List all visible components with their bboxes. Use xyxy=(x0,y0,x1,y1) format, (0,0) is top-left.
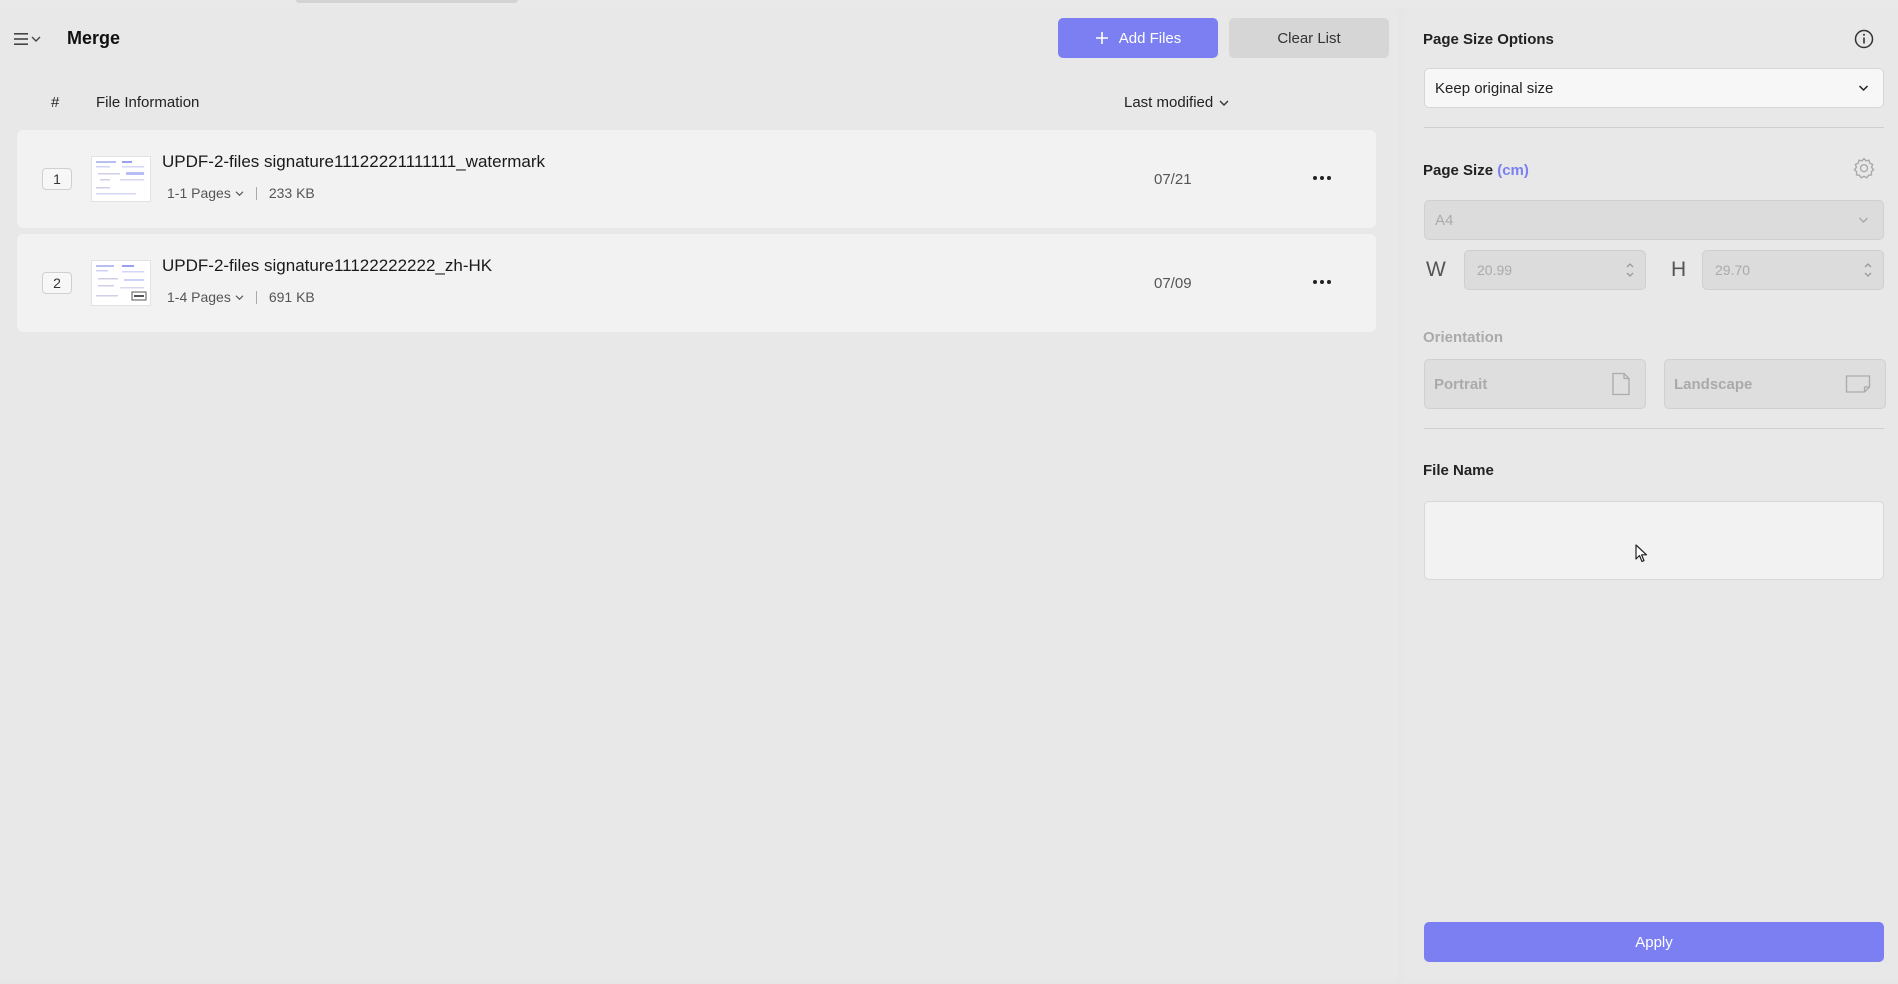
height-label: H xyxy=(1671,258,1687,281)
file-name: UPDF-2-files signature11122222222_zh-HK xyxy=(162,256,493,275)
menu-icon xyxy=(14,33,28,45)
paper-size-select[interactable]: A4 xyxy=(1424,200,1884,240)
landscape-label: Landscape xyxy=(1674,375,1753,393)
clear-list-button[interactable]: Clear List xyxy=(1229,18,1389,58)
add-files-button[interactable]: Add Files xyxy=(1058,18,1218,58)
file-row[interactable]: 2 UPDF-2-files signature11122222222_zh-H… xyxy=(17,234,1376,332)
tab-indicator xyxy=(296,0,518,3)
clear-list-label: Clear List xyxy=(1277,29,1341,47)
file-size: 233 KB xyxy=(268,185,315,201)
width-input[interactable]: 20.99 xyxy=(1464,250,1646,290)
file-thumbnail xyxy=(91,260,151,306)
height-input[interactable]: 29.70 xyxy=(1702,250,1884,290)
more-dots-icon xyxy=(1313,280,1317,284)
portrait-option[interactable]: Portrait xyxy=(1424,359,1646,409)
spinner-arrows-icon[interactable] xyxy=(1625,260,1635,280)
height-value: 29.70 xyxy=(1715,262,1751,278)
chevron-down-icon xyxy=(1858,217,1869,224)
page-range-dropdown[interactable]: 1-4 Pages xyxy=(167,289,244,305)
more-options-button[interactable] xyxy=(1309,168,1335,188)
paper-size-value: A4 xyxy=(1435,211,1454,229)
file-name: UPDF-2-files signature11122221111111_wat… xyxy=(162,152,546,171)
page-range: 1-4 Pages xyxy=(167,289,231,305)
page-size-options-value: Keep original size xyxy=(1435,79,1554,97)
page-size-options-label: Page Size Options xyxy=(1423,31,1554,48)
divider xyxy=(1424,127,1884,128)
landscape-page-icon xyxy=(1845,375,1871,393)
portrait-page-icon xyxy=(1612,372,1630,396)
gear-icon[interactable] xyxy=(1852,156,1876,180)
chevron-down-icon xyxy=(235,190,244,196)
page-range-dropdown[interactable]: 1-1 Pages xyxy=(167,185,244,201)
page-size-label-text: Page Size xyxy=(1423,162,1494,179)
divider xyxy=(255,290,257,304)
chevron-down-icon xyxy=(31,36,41,42)
sort-last-modified[interactable]: Last modified xyxy=(1124,94,1229,111)
file-row[interactable]: 1 UPDF-2-files signature11122221111111_w… xyxy=(17,130,1376,228)
apply-button[interactable]: Apply xyxy=(1424,922,1884,962)
file-meta: 1-1 Pages 233 KB xyxy=(167,185,315,201)
merge-settings-panel: Page Size Options Keep original size Pag… xyxy=(1404,8,1898,980)
file-meta: 1-4 Pages 691 KB xyxy=(167,289,315,305)
sort-label: Last modified xyxy=(1124,94,1214,111)
file-date: 07/21 xyxy=(1154,171,1192,188)
page-size-options-select[interactable]: Keep original size xyxy=(1424,68,1884,108)
file-thumbnail xyxy=(91,156,151,202)
apply-label: Apply xyxy=(1635,933,1673,951)
page-size-unit: (cm) xyxy=(1497,162,1529,179)
chevron-down-icon xyxy=(1219,100,1229,106)
column-header-number: # xyxy=(51,94,60,111)
divider xyxy=(1424,428,1884,429)
more-options-button[interactable] xyxy=(1309,272,1335,292)
window-top-strip xyxy=(0,0,1898,8)
info-icon[interactable] xyxy=(1853,28,1875,50)
file-size: 691 KB xyxy=(268,289,315,305)
mouse-cursor-icon xyxy=(1635,544,1648,563)
divider xyxy=(255,186,257,200)
spinner-arrows-icon[interactable] xyxy=(1863,260,1873,280)
row-index: 2 xyxy=(42,272,72,294)
landscape-option[interactable]: Landscape xyxy=(1664,359,1886,409)
file-name-label: File Name xyxy=(1423,462,1494,479)
width-value: 20.99 xyxy=(1477,262,1513,278)
file-date: 07/09 xyxy=(1154,275,1192,292)
page-range: 1-1 Pages xyxy=(167,185,231,201)
row-index: 1 xyxy=(42,168,72,190)
merge-header: Merge Add Files Clear List xyxy=(0,8,1399,68)
orientation-label: Orientation xyxy=(1423,329,1504,346)
merge-file-list-panel: Merge Add Files Clear List # File Inform… xyxy=(0,8,1399,980)
width-label: W xyxy=(1426,258,1446,281)
file-name-input[interactable] xyxy=(1424,501,1884,580)
menu-button[interactable] xyxy=(14,28,50,50)
page-size-label: Page Size (cm) xyxy=(1423,162,1529,179)
column-header-file-information: File Information xyxy=(96,94,200,111)
more-dots-icon xyxy=(1313,176,1317,180)
portrait-label: Portrait xyxy=(1434,375,1488,393)
page-title: Merge xyxy=(67,28,121,48)
chevron-down-icon xyxy=(1858,85,1869,92)
chevron-down-icon xyxy=(235,294,244,300)
plus-icon xyxy=(1095,32,1108,44)
add-files-label: Add Files xyxy=(1118,29,1182,47)
